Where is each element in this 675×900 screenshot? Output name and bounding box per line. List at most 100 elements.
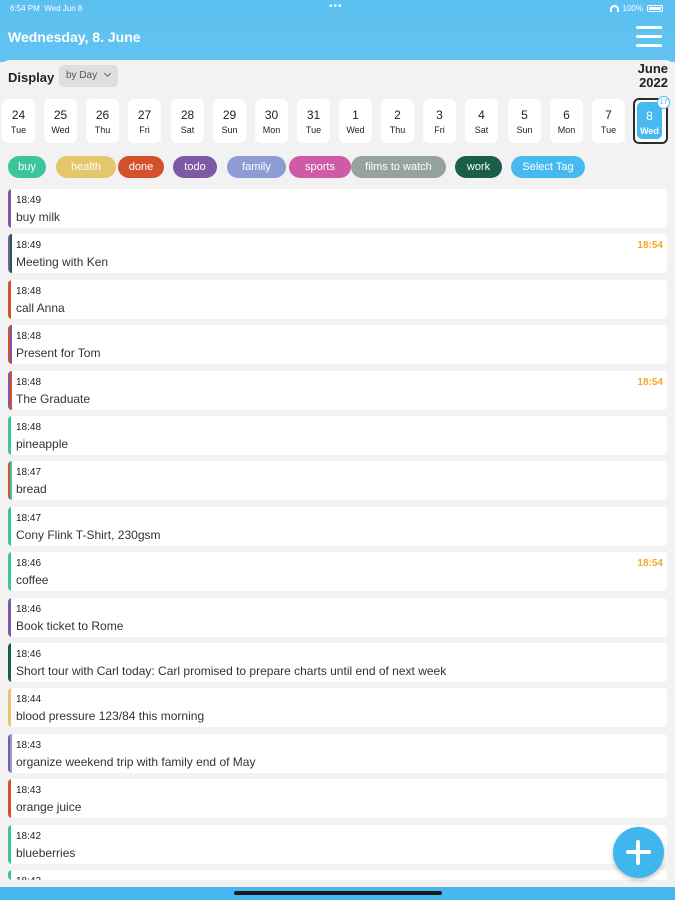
list-item[interactable]: 18:49 Meeting with Ken 18:54 (8, 234, 667, 274)
tag-color-bar (10, 461, 12, 501)
day-weekday: Thu (94, 125, 111, 135)
entry-time: 18:46 (16, 558, 42, 570)
day-cell[interactable]: 29 Sun (213, 99, 246, 143)
day-cell[interactable]: 30 Mon (255, 99, 288, 143)
display-row: Display by Day (0, 60, 675, 94)
day-weekday: Tue (305, 125, 322, 135)
tag-chip[interactable]: sports (289, 156, 351, 178)
day-weekday: Wed (51, 125, 70, 135)
select-tag-button[interactable]: Select Tag (511, 156, 585, 178)
entry-reminder-time: 18:54 (637, 376, 663, 388)
tag-color-bar (10, 234, 12, 274)
day-cell[interactable]: 27 Fri (128, 99, 161, 143)
list-item[interactable]: 18:44 blood pressure 123/84 this morning (8, 688, 667, 728)
list-item[interactable]: 18:42 (8, 870, 667, 880)
list-item[interactable]: 18:47 Cony Flink T-Shirt, 230gsm (8, 506, 667, 546)
tag-color-bar (8, 688, 11, 728)
day-cell[interactable]: 25 Wed (44, 99, 77, 143)
view-mode-select[interactable]: by Day (59, 65, 118, 87)
tag-chip[interactable]: films to watch (351, 156, 446, 178)
tag-color-bar (8, 416, 11, 455)
list-item[interactable]: 18:43 organize weekend trip with family e… (8, 733, 667, 773)
day-number: 6 (563, 108, 570, 122)
entry-text: Book ticket to Rome (16, 618, 124, 633)
day-cell[interactable]: 8 Wed 17 (633, 96, 670, 144)
day-number: 25 (53, 108, 68, 122)
day-number: 7 (605, 108, 612, 122)
day-cell[interactable]: 31 Tue (297, 99, 330, 143)
status-clock: 6:54 PM (10, 4, 40, 13)
list-item[interactable]: 18:49 buy milk (8, 189, 667, 228)
day-number: 30 (264, 108, 279, 122)
day-weekday: Tue (10, 125, 27, 135)
tag-chip[interactable]: buy (8, 156, 46, 178)
entry-time: 18:44 (16, 694, 42, 706)
list-item[interactable]: 18:48 The Graduate 18:54 (8, 370, 667, 410)
tag-color-bar (10, 733, 12, 773)
day-cell[interactable]: 28 Sat (171, 99, 204, 143)
day-number: 26 (95, 108, 110, 122)
home-indicator[interactable] (234, 891, 442, 895)
tag-color-bar (8, 552, 11, 592)
display-label: Display (8, 70, 55, 85)
tag-chip[interactable]: todo (173, 156, 217, 178)
add-entry-button[interactable] (613, 827, 664, 878)
day-cell[interactable]: 26 Thu (86, 99, 119, 143)
day-weekday: Fri (434, 125, 445, 135)
day-number: 31 (306, 108, 321, 122)
entry-text: orange juice (16, 800, 82, 815)
day-number: 29 (222, 108, 237, 122)
entry-time: 18:47 (16, 467, 42, 479)
tag-chip[interactable]: work (455, 156, 502, 178)
day-cell[interactable]: 4 Sat (465, 99, 498, 143)
list-item[interactable]: 18:48 call Anna (8, 279, 667, 319)
status-time: 6:54 PM Wed Jun 8 (10, 4, 82, 13)
list-item[interactable]: 18:42 blueberries (8, 824, 667, 864)
day-cell[interactable]: 24 Tue (2, 99, 35, 143)
day-weekday: Mon (557, 125, 576, 135)
day-cell[interactable]: 6 Mon (550, 99, 583, 143)
tag-chip[interactable]: done (118, 156, 164, 178)
tag-color-bar (8, 597, 11, 637)
tag-color-bar (8, 779, 11, 819)
list-item[interactable]: 18:47 bread (8, 461, 667, 501)
entry-text: coffee (16, 573, 49, 588)
day-weekday: Wed (640, 126, 659, 136)
list-item[interactable]: 18:46 Book ticket to Rome (8, 597, 667, 637)
entry-text: blueberries (16, 845, 76, 860)
day-strip: 24 Tue 25 Wed 26 Thu 27 Fri 28 Sat 29 Sun 30 Mon 31 Tue… (2, 96, 673, 145)
list-item[interactable]: 18:48 pineapple (8, 416, 667, 455)
day-cell[interactable]: 5 Sun (508, 99, 541, 143)
day-weekday: Mon (262, 125, 281, 135)
multitask-dots[interactable]: ••• (329, 1, 343, 12)
year: 2022 (639, 75, 668, 90)
entry-time: 18:49 (16, 240, 42, 252)
month-name: June (637, 61, 668, 76)
selected-day-highlight: 8 Wed (637, 102, 662, 139)
day-cell[interactable]: 2 Thu (381, 99, 414, 143)
list-item[interactable]: 18:46 Short tour with Carl today: Carl pr… (8, 643, 667, 682)
list-item[interactable]: 18:43 orange juice (8, 779, 667, 819)
entry-time: 18:48 (16, 422, 42, 433)
entry-time: 18:46 (16, 603, 42, 615)
list-item[interactable]: 18:48 Present for Tom (8, 325, 667, 365)
list-item[interactable]: 18:46 coffee 18:54 (8, 552, 667, 592)
entry-text: Cony Flink T-Shirt, 230gsm (16, 527, 161, 542)
entry-count-badge: 17 (657, 96, 670, 109)
day-cell[interactable]: 7 Tue (592, 99, 625, 143)
entry-time: 18:43 (16, 739, 42, 751)
entry-text: Short tour with Carl today: Carl promise… (16, 664, 447, 678)
day-cell[interactable]: 3 Fri (423, 99, 456, 143)
tag-color-bar (8, 870, 11, 880)
day-number: 8 (646, 109, 653, 123)
hamburger-menu-icon[interactable] (636, 26, 662, 48)
entry-text: blood pressure 123/84 this morning (16, 709, 205, 724)
tag-chip[interactable]: family (227, 156, 286, 178)
day-cell[interactable]: 1 Wed (339, 99, 372, 143)
entry-text: call Anna (16, 300, 65, 315)
entry-time: 18:48 (16, 376, 42, 388)
day-weekday: Tue (600, 125, 617, 135)
tag-color-bar (10, 325, 12, 365)
tag-chip[interactable]: health (56, 156, 116, 178)
entry-time: 18:48 (16, 285, 42, 297)
